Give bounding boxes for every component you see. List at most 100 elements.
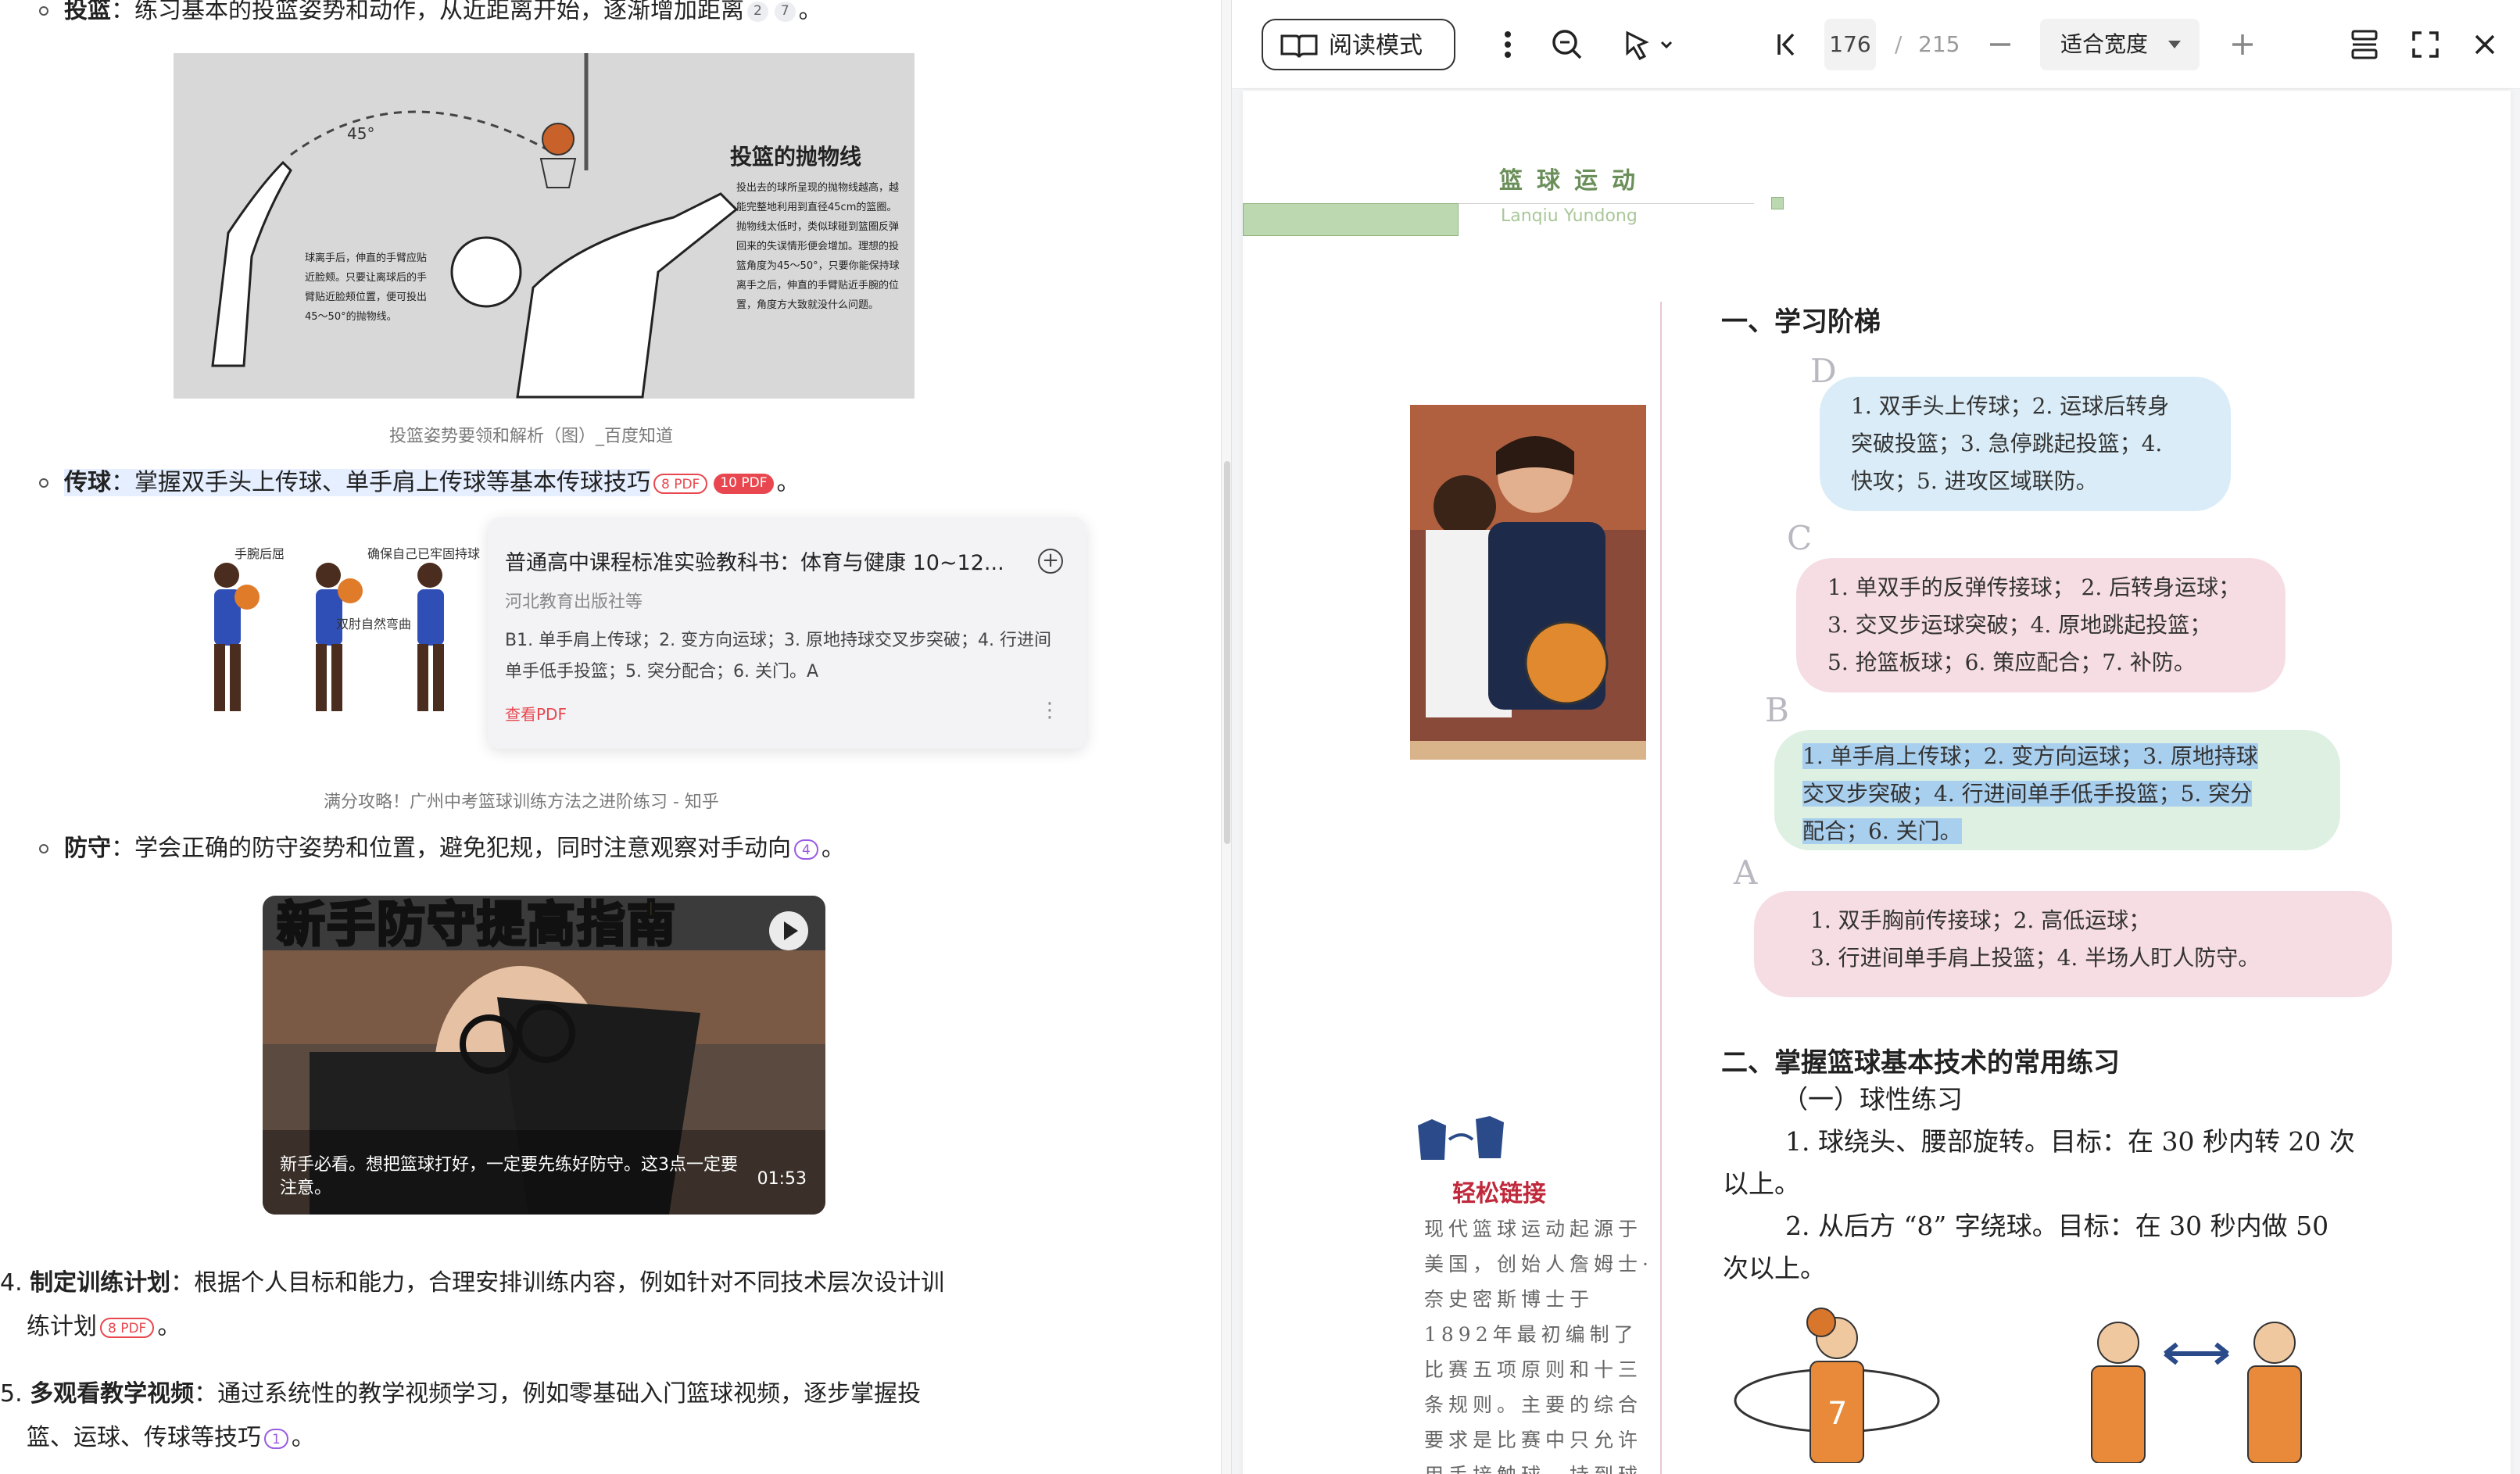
- player-illustration: [316, 563, 363, 711]
- video-citation-badge[interactable]: 1: [264, 1428, 288, 1449]
- pointer-tool-dropdown[interactable]: [1610, 19, 1681, 70]
- first-page-icon[interactable]: [1760, 19, 1812, 70]
- popup-publisher: 河北教育出版社等: [505, 592, 643, 612]
- level-bubble-a: 1. 双手胸前传接球；2. 高低运球； 3. 行进间单手肩上投篮；4. 半场人盯…: [1754, 891, 2392, 997]
- highlighted-text[interactable]: 交叉步突破；4. 行进间单手低手投篮；5. 突分: [1802, 781, 2253, 807]
- punctuation: 。: [291, 1424, 315, 1451]
- bubble-line: 3. 行进间单手肩上投篮；4. 半场人盯人防守。: [1810, 945, 2260, 971]
- bubble-line: 1. 单双手的反弹传接球； 2. 后转身运球；: [1827, 574, 2241, 600]
- video-card[interactable]: 新手防守提高指南 新手必看。想把篮球打好，一定要先练好防守。这3点一定要注意。 …: [263, 896, 825, 1215]
- figure-title: 投篮的抛物线: [730, 144, 861, 170]
- highlighted-text[interactable]: 配合；6. 关门。: [1802, 818, 1962, 844]
- level-label: B: [1765, 691, 1789, 729]
- video-duration: 01:53: [757, 1169, 807, 1189]
- page-separator: /: [1895, 31, 1903, 57]
- bubble-line: 3. 交叉步运球突破；4. 原地跳起投篮；: [1827, 612, 2212, 638]
- citation-popup[interactable]: 普通高中课程标准实验教科书：体育与健康 10~12... + 河北教育出版社等 …: [488, 517, 1086, 749]
- punctuation: 。: [798, 0, 822, 24]
- page-total: 215: [1918, 31, 1960, 57]
- bubble-line: 1. 双手胸前传接球；2. 高低运球；: [1810, 907, 2151, 933]
- list-bullet: [39, 844, 48, 853]
- video-title: 新手防守提高指南: [275, 896, 678, 954]
- scrollbar-thumb[interactable]: [1224, 461, 1230, 844]
- citation-badge[interactable]: 7: [774, 1, 796, 22]
- jersey-number: 7: [1827, 1396, 1847, 1432]
- passing-term: 传球: [64, 469, 111, 496]
- figure-label: 手腕后屈: [234, 546, 285, 561]
- punctuation: 。: [821, 835, 845, 862]
- figure-label: 确保自己已牢固持球: [367, 546, 480, 561]
- video-citation-badge[interactable]: 4: [794, 839, 818, 860]
- header-decoration: [1243, 203, 1459, 236]
- header-decoration: [1771, 197, 1784, 209]
- item-text: ：通过系统性的教学视频学习，例如零基础入门篮球视频，逐步掌握投: [194, 1380, 922, 1408]
- punctuation: 。: [776, 469, 800, 496]
- close-icon[interactable]: [2459, 19, 2511, 70]
- subsection-heading: （一）球性练习: [1782, 1084, 1963, 1114]
- bubble-line: 5. 抢篮板球；6. 策应配合；7. 补防。: [1827, 649, 2196, 675]
- bubble-line: 突破投篮；3. 急停跳起投篮；4.: [1851, 431, 2163, 456]
- column-divider: [1660, 302, 1662, 1474]
- popup-title[interactable]: 普通高中课程标准实验教科书：体育与健康 10~12...: [505, 546, 1004, 576]
- body-text: 以上。: [1723, 1168, 1800, 1199]
- pane-splitter[interactable]: [1221, 0, 1232, 1474]
- passing-text: ：掌握双手头上传球、单手肩上传球等基本传球技巧: [111, 469, 650, 496]
- level-label: C: [1787, 519, 1813, 557]
- body-text: 2. 从后方 “8” 字绕球。目标：在 30 秒内做 50: [1785, 1211, 2329, 1241]
- defense-term: 防守: [64, 835, 111, 862]
- item-text: 篮、运球、传球等技巧: [27, 1424, 261, 1451]
- zoom-select[interactable]: 适合宽度: [2040, 19, 2200, 70]
- page-layout-icon[interactable]: [2339, 19, 2390, 70]
- list-item-4-cont: 练计划 8 PDF。: [27, 1310, 181, 1344]
- body-text: 1. 球绕头、腰部旋转。目标：在 30 秒内转 20 次: [1785, 1126, 2355, 1157]
- defense-item: 防守：学会正确的防守姿势和位置，避免犯规，同时注意观察对手动向 4。: [64, 832, 845, 866]
- highlighted-text[interactable]: 1. 单手肩上传球；2. 变方向运球；3. 原地持球: [1802, 743, 2258, 769]
- passing-figure-image[interactable]: 手腕后屈 确保自己已牢固持球 双肘自然弯曲: [180, 535, 492, 746]
- level-label: A: [1734, 853, 1758, 892]
- shooting-item: 投篮：练习基本的投篮姿势和动作，从近距离开始，逐渐增加距离 2 7。: [64, 0, 822, 28]
- more-vertical-icon[interactable]: [1482, 19, 1534, 70]
- section-heading: 一、学习阶梯: [1721, 306, 1881, 338]
- video-description: 新手必看。想把篮球打好，一定要先练好防守。这3点一定要注意。: [280, 1155, 738, 1198]
- zoom-select-label: 适合宽度: [2060, 31, 2149, 57]
- image-caption[interactable]: 投篮姿势要领和解析（图）_百度知道: [389, 422, 673, 447]
- search-icon[interactable]: [1541, 19, 1593, 70]
- zoom-out-icon[interactable]: [1974, 19, 2026, 70]
- add-circle-icon[interactable]: +: [1038, 549, 1063, 574]
- popup-excerpt: B1. 单手肩上传球；2. 变方向运球；3. 原地持球交叉步突破；4. 行进间单…: [505, 631, 1052, 682]
- bubble-line: 1. 双手头上传球；2. 运球后转身: [1851, 393, 2170, 419]
- pdf-viewer: 阅读模式 176 / 215 适合宽度 篮球运动 Lanqiu Yundong: [1232, 0, 2520, 1474]
- item-text: 练计划: [27, 1313, 97, 1340]
- read-mode-button[interactable]: 阅读模式: [1262, 19, 1455, 70]
- citation-badge[interactable]: 2: [747, 1, 768, 22]
- player-illustration: [417, 563, 444, 711]
- item-term: 制定训练计划: [30, 1269, 171, 1297]
- figure-note: 投出去的球所呈现的抛物线越高，越能完整地利用到直径45cm的篮圈。抛物线太低时，…: [736, 182, 900, 311]
- view-pdf-link[interactable]: 查看PDF: [505, 702, 567, 724]
- fullscreen-icon[interactable]: [2400, 19, 2451, 70]
- list-bullet: [39, 6, 48, 16]
- sidebar-text: 现代篮球运动起源于美国，创始人詹姆士·奈史密斯博士于1892年最初编制了比赛五项…: [1424, 1218, 1653, 1474]
- chapter-header-pinyin: Lanqiu Yundong: [1501, 206, 1638, 226]
- level-bubble-c: 1. 单双手的反弹传接球； 2. 后转身运球； 3. 交叉步运球突破；4. 原地…: [1796, 558, 2286, 692]
- page-number-input[interactable]: 176: [1824, 19, 1876, 70]
- list-number: 5.: [0, 1380, 23, 1408]
- pdf-citation-badge[interactable]: 8 PDF: [653, 473, 708, 494]
- list-item-5-cont: 篮、运球、传球等技巧 1。: [27, 1421, 315, 1455]
- play-icon[interactable]: [769, 911, 808, 950]
- more-vertical-icon[interactable]: ⋮: [1040, 699, 1060, 722]
- viewer-toolbar: 阅读模式 176 / 215 适合宽度: [1232, 0, 2520, 89]
- basketball-photo: [1410, 405, 1646, 760]
- pdf-page: 篮球运动 Lanqiu Yundong 一、学习阶梯 D 1. 双手头上传球；2…: [1243, 91, 2511, 1474]
- image-caption[interactable]: 满分攻略！广州中考篮球训练方法之进阶练习 - 知乎: [324, 788, 719, 813]
- book-icon: [1280, 34, 1318, 58]
- shooting-term: 投篮: [64, 0, 111, 24]
- pdf-citation-badge-active[interactable]: 10 PDF: [714, 473, 774, 494]
- item-term: 多观看教学视频: [30, 1380, 195, 1408]
- pdf-citation-badge[interactable]: 8 PDF: [100, 1317, 155, 1338]
- shooting-figure-image[interactable]: 45° 投篮的抛物线 投出去的球所呈现的抛物线越高，越能完整地利用到直径45cm…: [174, 53, 915, 399]
- figure-note: 球离手后，伸直的手臂应贴近脸颊。只要让离球后的手臂贴近脸颊位置，便可投出45～5…: [305, 252, 428, 323]
- defense-text: ：学会正确的防守姿势和位置，避免犯规，同时注意观察对手动向: [111, 835, 791, 862]
- zoom-in-icon[interactable]: [2217, 19, 2268, 70]
- player-illustration: [214, 563, 260, 711]
